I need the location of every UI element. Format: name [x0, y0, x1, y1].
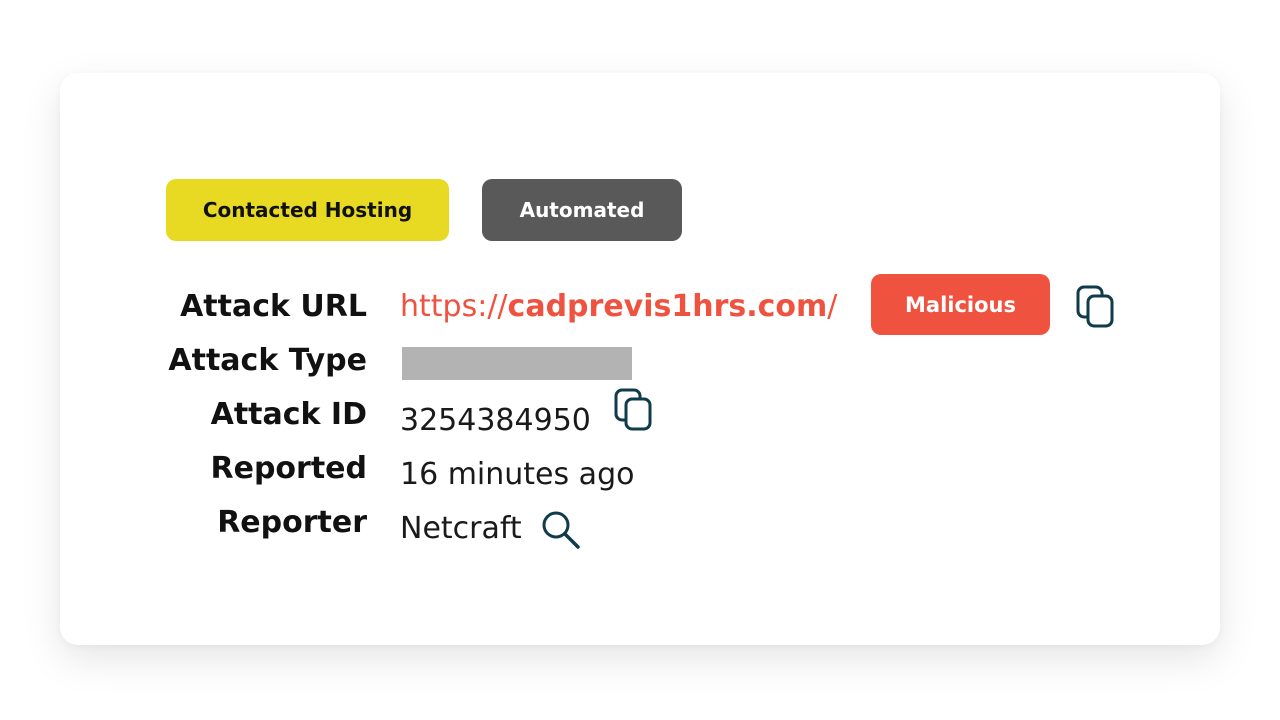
attack-url-domain: cadprevis1hrs.com	[507, 289, 828, 324]
attack-url-suffix: /	[827, 289, 838, 324]
attack-id-label: Attack ID	[210, 397, 367, 432]
attack-url-label: Attack URL	[180, 289, 367, 324]
reporter-label: Reporter	[217, 505, 367, 540]
reported-value: 16 minutes ago	[400, 457, 635, 492]
attack-url-link[interactable]: https://cadprevis1hrs.com/	[400, 289, 837, 325]
copy-icon[interactable]	[613, 387, 655, 433]
automated-tag: Automated	[482, 179, 682, 241]
reporter-value: Netcraft	[400, 511, 522, 546]
attack-id-value: 3254384950	[400, 403, 591, 438]
reported-label: Reported	[210, 451, 368, 486]
attack-type-redacted	[402, 347, 632, 380]
malicious-status-badge: Malicious	[871, 274, 1050, 335]
attack-type-label: Attack Type	[168, 343, 367, 378]
attack-url-prefix: https://	[400, 289, 508, 324]
search-icon[interactable]	[540, 509, 582, 551]
contacted-hosting-tag: Contacted Hosting	[166, 179, 449, 241]
attack-details-card: Contacted Hosting Automated Attack URL h…	[60, 73, 1220, 645]
copy-icon[interactable]	[1075, 284, 1117, 330]
